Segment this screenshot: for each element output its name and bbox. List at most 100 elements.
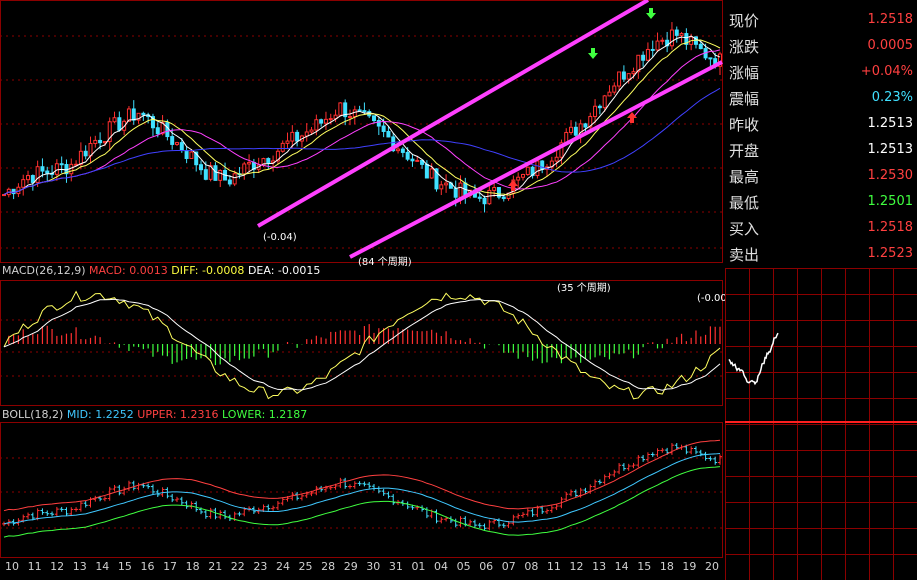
candle-body: [660, 39, 665, 42]
candle-body: [295, 131, 300, 142]
candle-body: [492, 187, 497, 191]
candle-body: [593, 105, 598, 118]
quote-label-open: 开盘: [729, 142, 760, 160]
boll-legend: BOLL(18,2) MID: 1.2252 UPPER: 1.2316 LOW…: [2, 408, 307, 421]
quote-value-open: 1.2513: [867, 142, 914, 157]
candle-body: [323, 118, 328, 124]
candle-body: [439, 184, 444, 190]
x-axis-label: 31: [389, 560, 403, 573]
intraday-mini-chart[interactable]: [725, 268, 917, 580]
candle-body: [540, 160, 545, 170]
quote-row-open: 开盘 1.2513: [725, 136, 917, 162]
macd-panel[interactable]: [3, 290, 721, 400]
mini-price-line: [728, 332, 779, 386]
quote-row-ask: 卖出 1.2523: [725, 240, 917, 266]
candle-body: [141, 112, 146, 116]
main-annotation-period: (84 个周期): [358, 256, 412, 268]
candle-body: [458, 182, 463, 198]
candle-body: [516, 176, 521, 181]
candle-body: [376, 120, 381, 127]
x-axis-label: 24: [276, 560, 290, 573]
quote-label-bid: 买入: [729, 220, 760, 238]
candle-body: [165, 122, 170, 138]
x-axis-label: 16: [140, 560, 154, 573]
candle-body: [410, 158, 415, 162]
macd-dea-line: [3, 298, 721, 391]
candle-body: [179, 142, 184, 152]
x-axis-label: 08: [524, 560, 538, 573]
x-axis-label: 10: [5, 560, 19, 573]
boll-legend-upper-value: 1.2316: [180, 408, 219, 421]
candle-body: [621, 71, 626, 80]
candle-body: [213, 165, 218, 181]
candle-body: [21, 179, 26, 188]
candle-body: [631, 71, 636, 75]
quote-value-prev-close: 1.2513: [867, 116, 914, 131]
candle-body: [189, 151, 194, 159]
quote-value-amplitude: 0.23%: [871, 90, 913, 105]
candle-body: [602, 95, 607, 109]
quote-label-prev-close: 昨收: [729, 116, 760, 134]
trend-channel-upper: [256, 0, 650, 228]
candle-body: [501, 196, 506, 200]
candle-body: [242, 163, 247, 175]
candle-body: [357, 109, 362, 112]
x-axis-label: 05: [457, 560, 471, 573]
candle-body: [679, 33, 684, 36]
boll-legend-mid-label: MID:: [66, 408, 92, 421]
quote-value-bid: 1.2518: [867, 220, 914, 235]
quote-value-low: 1.2501: [867, 194, 914, 209]
candle-body: [314, 119, 319, 131]
candle-body: [400, 148, 405, 153]
quote-row-low: 最低 1.2501: [725, 188, 917, 214]
quote-row-prev-close: 昨收 1.2513: [725, 110, 917, 136]
quote-label-price: 现价: [729, 12, 760, 30]
candle-body: [88, 142, 93, 157]
candle-body: [117, 117, 122, 131]
candle-body: [396, 148, 401, 152]
candlestick-panel[interactable]: [2, 0, 723, 259]
candle-body: [155, 127, 160, 135]
candle-body: [405, 151, 410, 160]
candle-body: [655, 40, 660, 51]
boll-legend-mid-value: 1.2252: [95, 408, 134, 421]
candle-body: [444, 182, 449, 186]
candle-body: [636, 54, 641, 73]
x-axis-label: 07: [502, 560, 516, 573]
candle-body: [477, 196, 482, 199]
candle-body: [641, 54, 646, 61]
candle-body: [174, 142, 179, 145]
x-axis-label: 14: [615, 560, 629, 573]
quote-label-change: 涨跌: [729, 38, 760, 56]
candle-body: [40, 166, 45, 172]
x-axis-label: 28: [321, 560, 335, 573]
x-axis-label: 21: [208, 560, 222, 573]
quote-value-change-pct: +0.04%: [860, 64, 913, 79]
candle-body: [227, 179, 232, 185]
candle-body: [319, 119, 324, 124]
x-axis-label: 11: [547, 560, 561, 573]
quote-label-high: 最高: [729, 168, 760, 186]
candle-body: [554, 156, 559, 162]
x-axis-label: 13: [592, 560, 606, 573]
macd-diff-line: [3, 290, 721, 400]
candle-body: [612, 85, 617, 93]
x-axis-label: 14: [95, 560, 109, 573]
quote-value-change: 0.0005: [867, 38, 914, 53]
macd-legend-macd-label: MACD:: [89, 264, 126, 277]
quote-value-price: 1.2518: [867, 12, 914, 27]
candle-body: [381, 125, 386, 132]
price-chart-area[interactable]: 10 11 12 13 14 15 16 17 18 21 22 23 24 25 28 29 30 31 01 04…: [0, 0, 725, 580]
boll-legend-name: BOLL(18,2): [2, 408, 64, 421]
candle-body: [131, 108, 136, 121]
x-axis-label: 23: [253, 560, 267, 573]
candle-body: [362, 110, 367, 113]
macd-legend: MACD(26,12,9) MACD: 0.0013 DIFF: -0.0008…: [2, 264, 320, 277]
x-axis-label: 04: [434, 560, 448, 573]
candle-body: [607, 91, 612, 97]
x-axis-label: 18: [660, 560, 674, 573]
macd-annotation-right: (-0.00: [697, 293, 725, 304]
boll-panel[interactable]: [2, 439, 722, 538]
main-annotation-value: (-0.04): [263, 232, 297, 243]
candle-body: [386, 130, 391, 138]
